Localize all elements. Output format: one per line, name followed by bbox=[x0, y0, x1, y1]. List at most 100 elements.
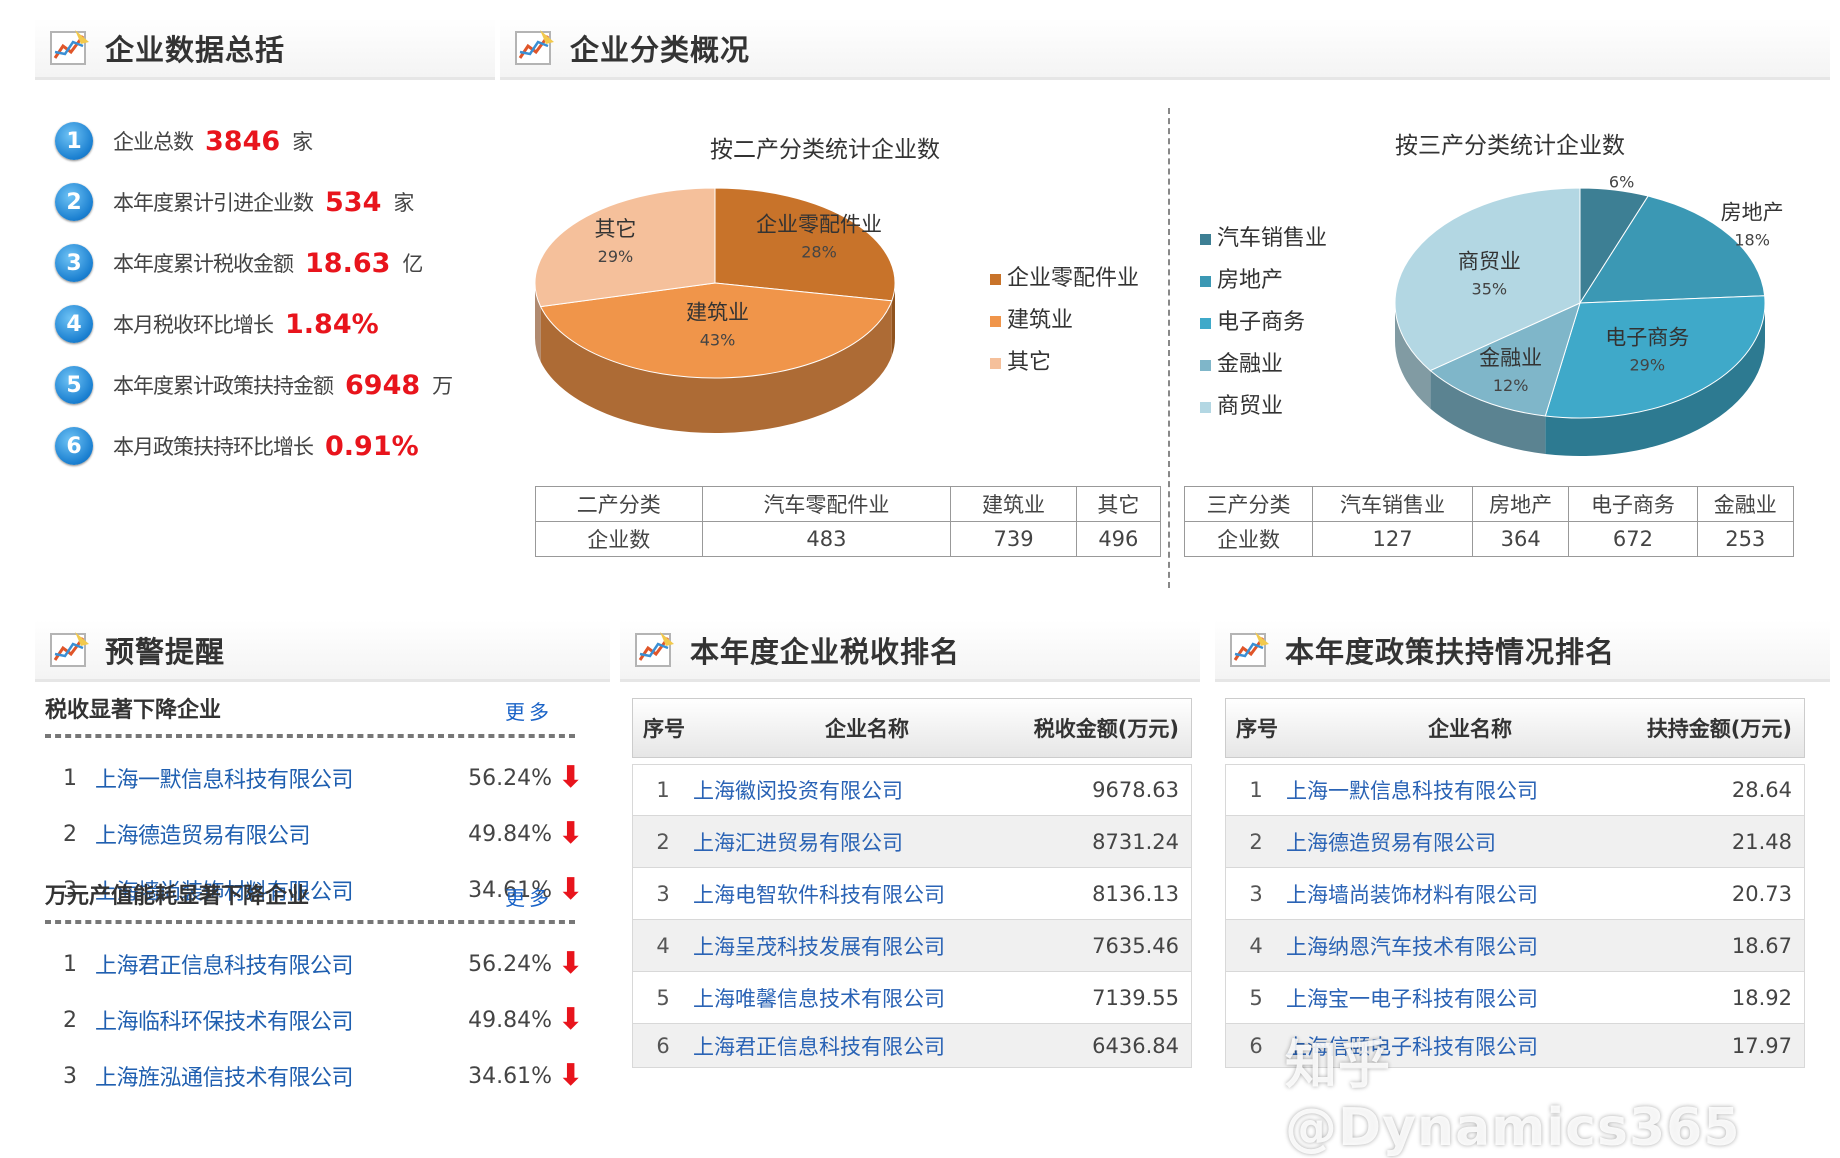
decline-percent: 34.61% bbox=[468, 1063, 552, 1089]
summary-item: 3 本年度累计税收金额 18.63 亿 bbox=[55, 240, 423, 286]
legend-label: 其它 bbox=[1007, 350, 1052, 375]
number-badge-icon: 1 bbox=[55, 122, 93, 160]
policy-rank-title: 本年度政策扶持情况排名 bbox=[1285, 634, 1616, 669]
number-badge-icon: 4 bbox=[55, 305, 93, 343]
row-number: 3 bbox=[1249, 881, 1263, 906]
amount-value: 7139.55 bbox=[1092, 985, 1179, 1010]
col-header-amount: 扶持金额(万元) bbox=[1646, 717, 1792, 741]
company-link[interactable]: 上海徽闵投资有限公司 bbox=[693, 775, 1061, 805]
row-number: 2 bbox=[656, 829, 670, 854]
summary-item: 1 企业总数 3846 家 bbox=[55, 118, 313, 164]
company-link[interactable]: 上海墙尚装饰材料有限公司 bbox=[1286, 879, 1674, 909]
table-row: 企业数 127 364 672 253 bbox=[1183, 521, 1794, 557]
table-cell: 739 bbox=[950, 521, 1077, 557]
legend-swatch bbox=[990, 273, 1001, 285]
down-arrow-icon: ⬇ bbox=[558, 946, 584, 981]
table-cell: 496 bbox=[1075, 521, 1162, 557]
number-badge-icon: 2 bbox=[55, 183, 93, 221]
company-link[interactable]: 上海宝一电子科技有限公司 bbox=[1286, 983, 1674, 1013]
summary-value: 1.84% bbox=[285, 308, 379, 340]
table-row: 5 上海唯馨信息技术有限公司 7139.55 bbox=[632, 972, 1192, 1024]
summary-label: 本年度累计引进企业数 bbox=[113, 191, 314, 215]
company-link[interactable]: 上海呈茂科技发展有限公司 bbox=[693, 931, 1061, 961]
row-number: 6 bbox=[1249, 1033, 1263, 1058]
legend-swatch bbox=[1200, 275, 1211, 287]
divider bbox=[1168, 108, 1170, 588]
company-link[interactable]: 上海临科环保技术有限公司 bbox=[95, 1004, 452, 1036]
row-number: 5 bbox=[1249, 985, 1263, 1010]
table-row: 1 上海徽闵投资有限公司 9678.63 bbox=[632, 764, 1192, 816]
table-row: 3 上海电智软件科技有限公司 8136.13 bbox=[632, 868, 1192, 920]
summary-value: 6948 bbox=[345, 369, 421, 401]
summary-panel: 企业数据总括 1 企业总数 3846 家 2 本年度累计引进企业数 534 家 3 本年度累计税收… bbox=[35, 18, 495, 614]
table-header-row: 二产分类 汽车零配件业 建筑业 其它 bbox=[535, 486, 1162, 522]
table-row: 4 上海纳恩汽车技术有限公司 18.67 bbox=[1225, 920, 1805, 972]
warning-section-title: 税收显著下降企业 bbox=[45, 698, 222, 723]
dashed-divider bbox=[45, 920, 575, 924]
company-link[interactable]: 上海纳恩汽车技术有限公司 bbox=[1286, 931, 1674, 961]
pie-slice-label: 建筑业 bbox=[686, 301, 749, 325]
chart-icon bbox=[634, 630, 676, 670]
classification-title: 企业分类概况 bbox=[570, 32, 751, 67]
legend-label: 建筑业 bbox=[1007, 308, 1074, 333]
col-header-company: 企业名称 bbox=[1428, 717, 1512, 741]
pie-slice-percent: 28% bbox=[801, 243, 837, 262]
down-arrow-icon: ⬇ bbox=[558, 816, 584, 851]
table-cell: 企业数 bbox=[535, 521, 703, 557]
dashed-divider bbox=[45, 734, 575, 738]
company-link[interactable]: 上海电智软件科技有限公司 bbox=[693, 879, 1061, 909]
legend-item: 房地产 bbox=[1200, 260, 1327, 302]
table-header-row: 三产分类 汽车销售业 房地产 电子商务 金融业 bbox=[1183, 486, 1794, 522]
company-link[interactable]: 上海德造贸易有限公司 bbox=[95, 818, 452, 850]
pie-slice-label: 房地产 bbox=[1721, 200, 1784, 224]
table-row: 2 上海汇进贸易有限公司 8731.24 bbox=[632, 816, 1192, 868]
table-header-cell: 房地产 bbox=[1471, 486, 1570, 522]
company-link[interactable]: 上海唯馨信息技术有限公司 bbox=[693, 983, 1061, 1013]
legend-item: 金融业 bbox=[1200, 344, 1327, 386]
table-cell: 364 bbox=[1471, 521, 1570, 557]
company-link[interactable]: 上海汇进贸易有限公司 bbox=[693, 827, 1061, 857]
col-header-index: 序号 bbox=[1236, 717, 1278, 741]
company-link[interactable]: 上海德造贸易有限公司 bbox=[1286, 827, 1674, 857]
pie-slice-percent: 29% bbox=[598, 247, 634, 266]
summary-value: 0.91% bbox=[325, 430, 419, 462]
more-link[interactable]: 更多 bbox=[505, 882, 553, 911]
summary-header: 企业数据总括 bbox=[35, 18, 495, 80]
summary-item: 6 本月政策扶持环比增长 0.91% bbox=[55, 423, 431, 469]
number-badge-icon: 5 bbox=[55, 366, 93, 404]
chart-icon bbox=[49, 28, 91, 68]
company-link[interactable]: 上海一默信息科技有限公司 bbox=[1286, 775, 1674, 805]
company-link[interactable]: 上海旌泓通信技术有限公司 bbox=[95, 1060, 452, 1092]
row-number: 4 bbox=[1249, 933, 1263, 958]
table-cell: 253 bbox=[1696, 521, 1794, 557]
pie-slice-percent: 43% bbox=[700, 331, 736, 350]
rank-table-header: 序号 企业名称 扶持金额(万元) bbox=[1225, 698, 1805, 758]
table-cell: 483 bbox=[701, 521, 952, 557]
row-number: 1 bbox=[1249, 778, 1263, 802]
row-number: 2 bbox=[63, 821, 77, 847]
row-number: 1 bbox=[656, 778, 670, 802]
pie2-legend: 企业零配件业 建筑业 其它 bbox=[990, 258, 1139, 384]
summary-label: 本年度累计政策扶持金额 bbox=[113, 374, 334, 398]
company-link[interactable]: 上海一默信息科技有限公司 bbox=[95, 762, 452, 794]
summary-unit: 亿 bbox=[402, 252, 424, 276]
company-link[interactable]: 上海君正信息科技有限公司 bbox=[95, 948, 452, 980]
summary-item: 4 本月税收环比增长 1.84% bbox=[55, 301, 391, 347]
down-arrow-icon: ⬇ bbox=[558, 872, 584, 907]
legend-label: 汽车销售业 bbox=[1217, 226, 1328, 251]
summary-unit: 万 bbox=[432, 374, 454, 398]
table-cell: 672 bbox=[1568, 521, 1698, 557]
warning-section-title: 万元产值能耗显著下降企业 bbox=[45, 884, 310, 909]
secondary-industry-table: 二产分类 汽车零配件业 建筑业 其它 企业数 483 739 496 bbox=[535, 486, 1162, 557]
company-link[interactable]: 上海君正信息科技有限公司 bbox=[693, 1031, 1061, 1061]
row-number: 2 bbox=[1249, 829, 1263, 854]
legend-swatch bbox=[990, 357, 1001, 369]
pie-slice-label: 金融业 bbox=[1479, 346, 1542, 370]
warning-row: 3 上海旌泓通信技术有限公司 34.61% ⬇ bbox=[45, 1056, 583, 1096]
pie-slice-percent: 29% bbox=[1630, 355, 1666, 374]
more-link[interactable]: 更多 bbox=[505, 696, 553, 725]
warning-header: 预警提醒 bbox=[35, 620, 610, 682]
decline-percent: 56.24% bbox=[468, 951, 552, 977]
row-number: 3 bbox=[63, 1063, 77, 1089]
legend-label: 房地产 bbox=[1217, 268, 1284, 293]
